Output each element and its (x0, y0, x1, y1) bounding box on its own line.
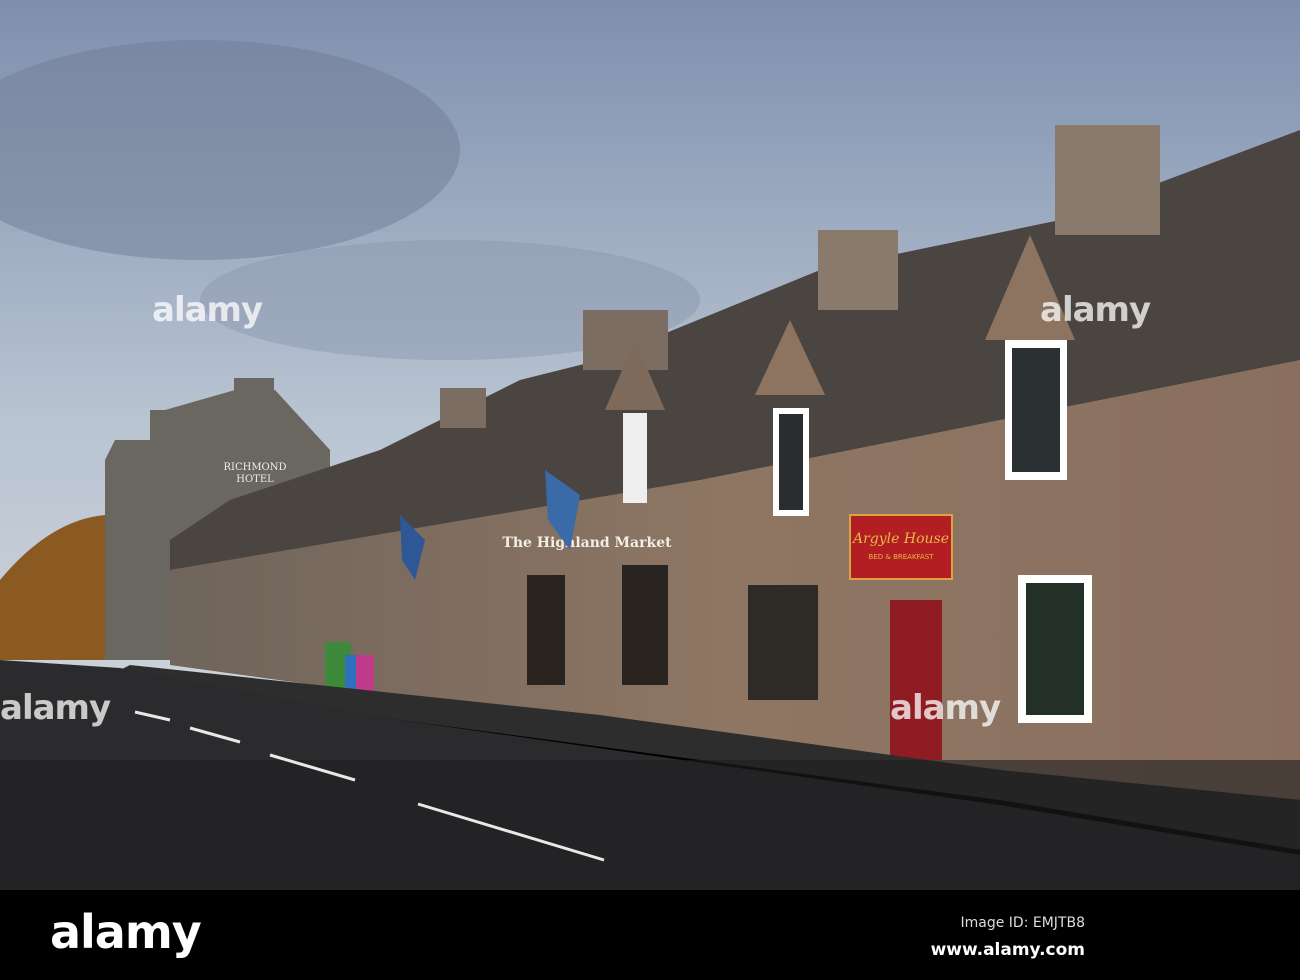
shop-window (527, 575, 565, 685)
chimney (583, 310, 668, 370)
window (1012, 348, 1060, 472)
market-sign: The Highland Market (502, 535, 672, 551)
road-shadow (0, 760, 1300, 890)
chimney (818, 230, 898, 310)
shop-window (622, 565, 668, 685)
bnb-sign-name: Argyle House (851, 531, 949, 547)
door[interactable] (890, 600, 942, 760)
watermark: alamy (890, 688, 1001, 728)
bin (356, 655, 374, 695)
website-link[interactable]: www.alamy.com (931, 940, 1085, 960)
watermark: alamy (1040, 290, 1151, 330)
window (779, 414, 803, 510)
watermark: alamy (152, 290, 263, 330)
hotel-sign: RICHMOND (223, 462, 286, 473)
window (1026, 583, 1084, 715)
street-photo: RICHMOND HOTEL Argyle House BED & BREAKF… (0, 0, 1300, 890)
shop-window (748, 585, 818, 700)
chimney (1055, 125, 1160, 235)
alamy-logo: alamy (50, 905, 202, 959)
watermark: alamy (0, 688, 111, 728)
chimney (440, 388, 486, 428)
bnb-sign (849, 514, 953, 580)
image-id: Image ID: EMJTB8 (960, 915, 1086, 931)
window (623, 413, 647, 503)
bnb-sign-subtitle: BED & BREAKFAST (869, 553, 935, 561)
chimney (234, 378, 274, 414)
hotel-sign-line2: HOTEL (236, 474, 274, 485)
